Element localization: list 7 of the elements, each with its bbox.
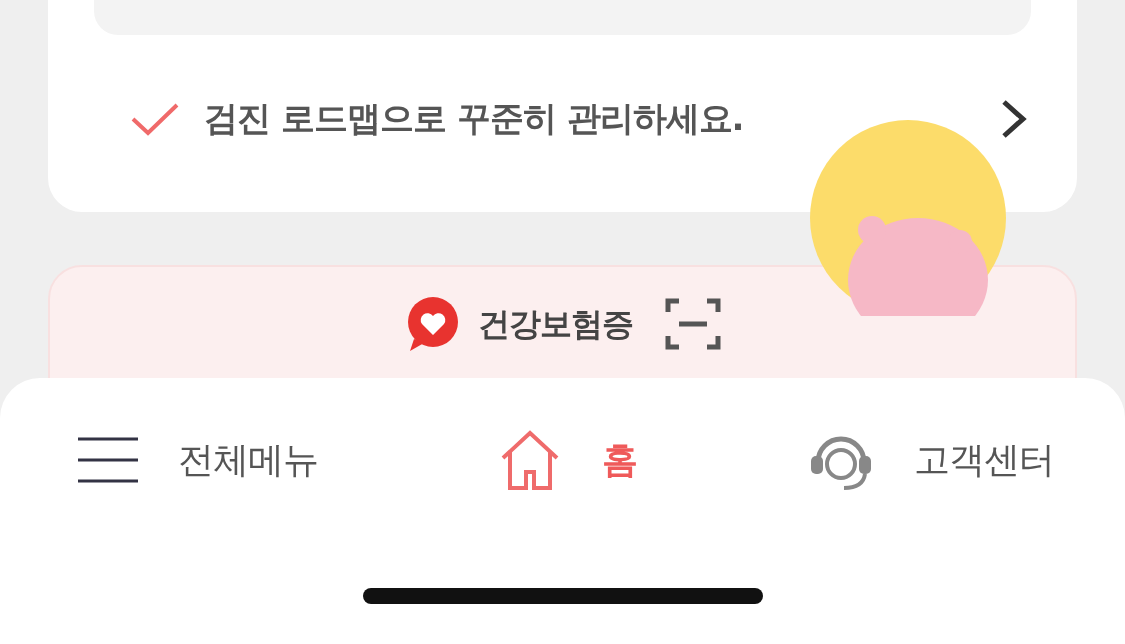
- notice-text: 검진 로드맵으로 꾸준히 관리하세요.: [204, 97, 745, 140]
- card-title: 건강보험증: [478, 304, 633, 345]
- nav-tab[interactable]: 전체메뉴: [78, 433, 498, 487]
- chevron-right-icon[interactable]: [1001, 98, 1027, 139]
- menu-icon: [78, 436, 138, 484]
- scan-icon[interactable]: [665, 298, 721, 350]
- nav-tab[interactable]: 고객센터: [808, 428, 1108, 492]
